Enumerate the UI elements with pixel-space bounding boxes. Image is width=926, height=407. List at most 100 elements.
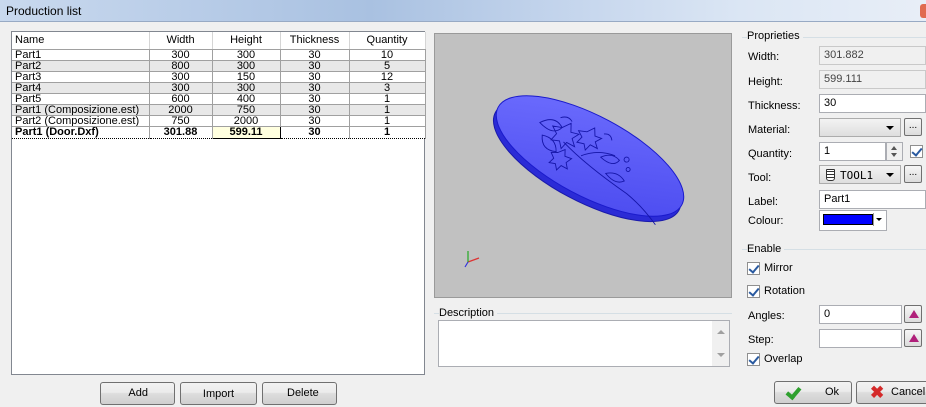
cell-thickness[interactable]: 30 — [280, 60, 350, 72]
mirror-checkbox[interactable] — [747, 262, 760, 275]
table-row[interactable]: Part1 300 300 30 10 — [12, 49, 426, 61]
cell-width[interactable]: 800 — [149, 60, 213, 72]
cell-thickness[interactable]: 30 — [280, 125, 350, 139]
quantity-stepper[interactable] — [886, 142, 903, 161]
cell-width[interactable]: 300 — [149, 49, 213, 61]
colour-label: Colour: — [748, 215, 784, 227]
add-button[interactable]: Add — [100, 382, 175, 405]
column-header-thickness[interactable]: Thickness — [280, 32, 350, 50]
height-field[interactable]: 599.111 — [819, 70, 926, 89]
title-bar[interactable]: Production list — [0, 0, 926, 22]
rotation-checkbox[interactable] — [747, 285, 760, 298]
cell-height[interactable]: 599.11 — [211, 125, 281, 139]
cell-quantity[interactable]: 1 — [349, 93, 426, 105]
cell-thickness[interactable]: 30 — [280, 82, 350, 94]
step-label: Step: — [748, 334, 774, 346]
tool-browse-button[interactable]: ... — [904, 165, 922, 183]
table-row-selected[interactable]: Part1 (Door.Dxf) 301.88 599.11 30 1 — [12, 125, 426, 139]
column-header-name[interactable]: Name — [12, 32, 150, 50]
column-header-quantity[interactable]: Quantity — [349, 32, 426, 50]
width-field[interactable]: 301.882 — [819, 46, 926, 65]
cell-name[interactable]: Part1 (Door.Dxf) — [12, 125, 150, 139]
cell-name[interactable]: Part1 — [12, 49, 150, 61]
cell-name[interactable]: Part3 — [12, 71, 150, 83]
ok-button-label: Ok — [825, 386, 840, 398]
cancel-button-label: Cancel — [891, 386, 926, 398]
description-textarea[interactable] — [438, 320, 730, 367]
cell-height[interactable]: 150 — [212, 71, 281, 83]
production-grid[interactable]: Name Width Height Thickness Quantity Par… — [11, 31, 426, 375]
cell-width[interactable]: 300 — [149, 82, 213, 94]
angles-field[interactable]: 0 — [819, 305, 902, 324]
cell-width[interactable]: 600 — [149, 93, 213, 105]
tool-value: TOOL1 — [840, 169, 874, 182]
column-header-height[interactable]: Height — [212, 32, 281, 50]
overlap-label: Overlap — [764, 353, 803, 365]
cell-quantity[interactable]: 1 — [349, 115, 426, 127]
material-browse-button[interactable]: ... — [904, 118, 922, 136]
cancel-x-icon: ✖ — [870, 383, 885, 402]
step-pick-button[interactable] — [904, 329, 922, 347]
cell-height[interactable]: 400 — [212, 93, 281, 105]
cell-name[interactable]: Part2 — [12, 60, 150, 72]
cell-thickness[interactable]: 30 — [280, 93, 350, 105]
cell-height[interactable]: 300 — [212, 49, 281, 61]
cell-height[interactable]: 750 — [212, 104, 281, 116]
cell-height[interactable]: 300 — [212, 60, 281, 72]
cell-width[interactable]: 2000 — [149, 104, 213, 116]
scroll-up-icon[interactable] — [717, 330, 725, 334]
thickness-label: Thickness: — [748, 100, 801, 112]
ok-button[interactable]: Ok — [774, 381, 852, 404]
step-field[interactable] — [819, 329, 902, 348]
thickness-field[interactable]: 30 — [819, 94, 926, 113]
height-label: Height: — [748, 76, 783, 88]
cell-thickness[interactable]: 30 — [280, 49, 350, 61]
table-row[interactable]: Part3 300 150 30 12 — [12, 71, 426, 83]
table-row[interactable]: Part2 800 300 30 5 — [12, 60, 426, 72]
table-row[interactable]: Part1 (Composizione.est) 2000 750 30 1 — [12, 104, 426, 116]
description-scrollbar[interactable] — [712, 321, 729, 366]
cell-width[interactable]: 301.88 — [149, 125, 213, 139]
label-field[interactable]: Part1 — [819, 190, 926, 209]
axis-gizmo-icon — [464, 251, 480, 268]
cell-thickness[interactable]: 30 — [280, 115, 350, 127]
cell-name[interactable]: Part1 (Composizione.est) — [12, 104, 150, 116]
import-button[interactable]: Import — [180, 382, 257, 405]
quantity-checkbox[interactable] — [910, 145, 923, 158]
cell-height[interactable]: 300 — [212, 82, 281, 94]
delete-button[interactable]: Delete — [262, 382, 337, 405]
quantity-field[interactable]: 1 — [819, 142, 886, 161]
cancel-button[interactable]: ✖ Cancel — [856, 381, 926, 404]
cell-thickness[interactable]: 30 — [280, 71, 350, 83]
cell-quantity[interactable]: 1 — [349, 104, 426, 116]
stepper-up-icon[interactable] — [891, 146, 897, 150]
overlap-checkbox[interactable] — [747, 353, 760, 366]
cell-name[interactable]: Part2 (Composizione.est) — [12, 115, 150, 127]
cell-quantity[interactable]: 12 — [349, 71, 426, 83]
chevron-down-icon — [886, 173, 894, 177]
cell-thickness[interactable]: 30 — [280, 104, 350, 116]
cell-quantity[interactable]: 10 — [349, 49, 426, 61]
grid-body: Part1 300 300 30 10 Part2 800 300 30 5 Part3 300 150… — [12, 49, 426, 139]
cell-height[interactable]: 2000 — [212, 115, 281, 127]
table-row[interactable]: Part2 (Composizione.est) 750 2000 30 1 — [12, 115, 426, 127]
close-icon[interactable] — [920, 4, 926, 18]
table-row[interactable]: Part5 600 400 30 1 — [12, 93, 426, 105]
column-header-width[interactable]: Width — [149, 32, 213, 50]
cell-quantity[interactable]: 5 — [349, 60, 426, 72]
cell-width[interactable]: 750 — [149, 115, 213, 127]
scroll-down-icon[interactable] — [717, 353, 725, 357]
colour-picker[interactable] — [819, 210, 887, 231]
cell-name[interactable]: Part5 — [12, 93, 150, 105]
material-select[interactable] — [819, 118, 901, 137]
cell-name[interactable]: Part4 — [12, 82, 150, 94]
part-preview-viewport[interactable] — [434, 33, 732, 298]
table-row[interactable]: Part4 300 300 30 3 — [12, 82, 426, 94]
cell-quantity[interactable]: 3 — [349, 82, 426, 94]
angle-pick-icon — [909, 334, 919, 342]
stepper-down-icon[interactable] — [891, 153, 897, 157]
tool-select[interactable]: TOOL1 — [819, 165, 901, 184]
cell-width[interactable]: 300 — [149, 71, 213, 83]
cell-quantity[interactable]: 1 — [349, 125, 426, 139]
angles-pick-button[interactable] — [904, 305, 922, 323]
